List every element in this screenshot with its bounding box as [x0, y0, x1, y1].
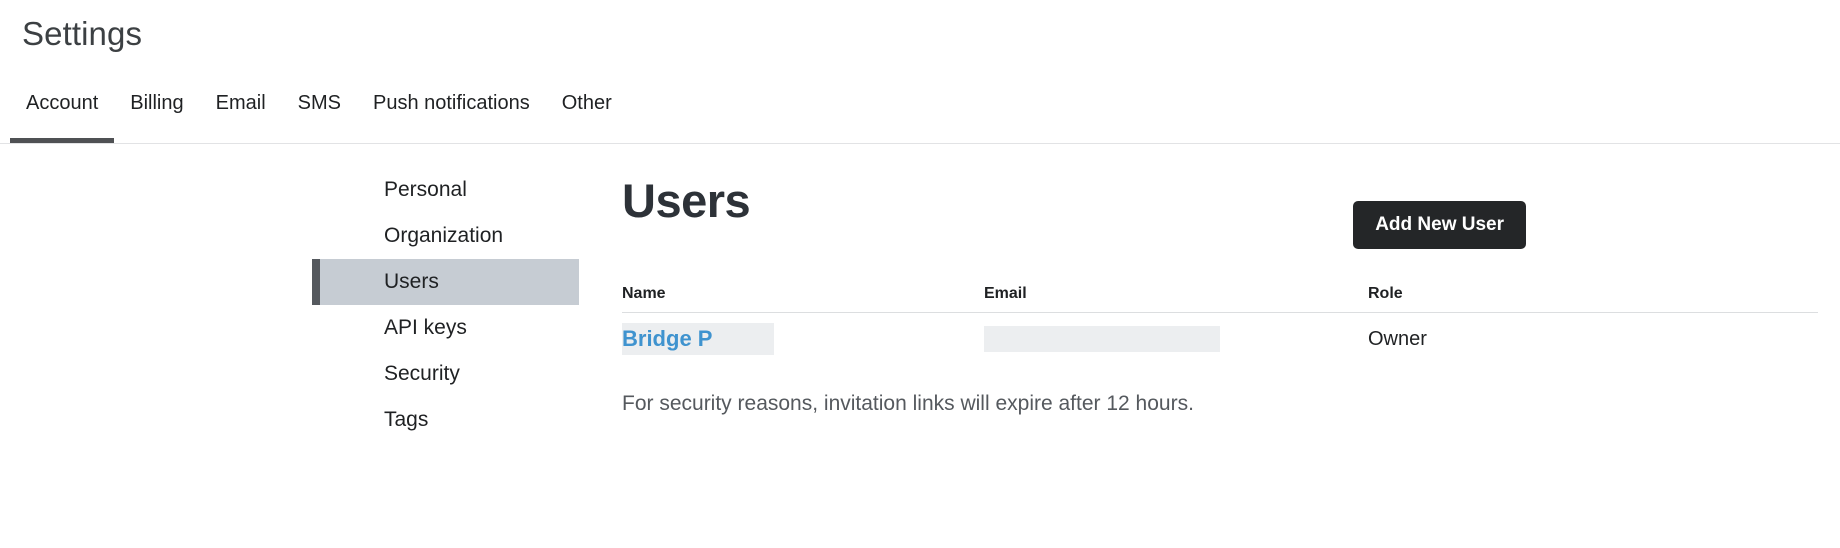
sidebar-item-organization-label: Organization	[384, 224, 504, 247]
sidebar-item-api-keys-label: API keys	[384, 316, 467, 339]
sidebar-item-security-label: Security	[384, 362, 460, 385]
settings-sidenav: Personal Organization Users API keys Sec…	[312, 167, 579, 443]
settings-body: Personal Organization Users API keys Sec…	[0, 145, 1840, 548]
sidebar-item-personal-label: Personal	[384, 178, 467, 201]
tab-billing[interactable]: Billing	[114, 84, 199, 143]
column-header-email: Email	[984, 284, 1027, 302]
users-heading: Users	[622, 174, 751, 227]
tab-account[interactable]: Account	[10, 84, 115, 143]
tab-sms[interactable]: SMS	[282, 84, 357, 143]
sidebar-item-users-label: Users	[384, 270, 439, 293]
cell-email	[984, 326, 1368, 352]
tab-other[interactable]: Other	[546, 84, 628, 143]
tab-billing-label: Billing	[130, 92, 184, 114]
settings-tabbar: Account Billing Email SMS Push notificat…	[0, 84, 1840, 144]
sidebar-item-personal[interactable]: Personal	[312, 167, 579, 213]
sidebar-item-organization[interactable]: Organization	[312, 213, 579, 259]
column-header-name: Name	[622, 284, 666, 302]
sidebar-item-tags[interactable]: Tags	[312, 397, 579, 443]
sidebar-item-api-keys[interactable]: API keys	[312, 305, 579, 351]
users-table: Name Email Role Bridge P Owner	[622, 275, 1818, 365]
tabbar-list: Account Billing Email SMS Push notificat…	[10, 84, 628, 143]
users-table-header-row: Name Email Role	[622, 275, 1818, 313]
tab-email-label: Email	[215, 92, 266, 114]
page-title: Settings	[22, 15, 143, 52]
tab-push-notifications[interactable]: Push notifications	[357, 84, 546, 143]
sidebar-item-users[interactable]: Users	[312, 259, 579, 305]
cell-name: Bridge P	[622, 323, 984, 355]
tab-other-label: Other	[561, 92, 612, 114]
tab-account-label: Account	[26, 92, 99, 114]
sidebar-item-tags-label: Tags	[384, 408, 429, 431]
cell-role: Owner	[1368, 328, 1427, 350]
table-row: Bridge P Owner	[622, 313, 1818, 365]
invitation-expiry-note: For security reasons, invitation links w…	[622, 392, 1194, 415]
settings-page: Settings Account Billing Email SMS Push …	[0, 0, 1840, 548]
column-header-role: Role	[1368, 284, 1403, 302]
users-panel-header: Users Add New User	[622, 145, 1818, 250]
user-name-link[interactable]: Bridge P	[622, 323, 775, 355]
tab-push-notifications-label: Push notifications	[372, 92, 530, 114]
tab-sms-label: SMS	[297, 92, 341, 114]
tab-email[interactable]: Email	[200, 84, 282, 143]
redacted-email-block	[984, 326, 1220, 352]
users-panel: Users Add New User Name Email Role Bridg…	[622, 145, 1818, 415]
add-new-user-button[interactable]: Add New User	[1353, 201, 1526, 249]
sidebar-item-security[interactable]: Security	[312, 351, 579, 397]
